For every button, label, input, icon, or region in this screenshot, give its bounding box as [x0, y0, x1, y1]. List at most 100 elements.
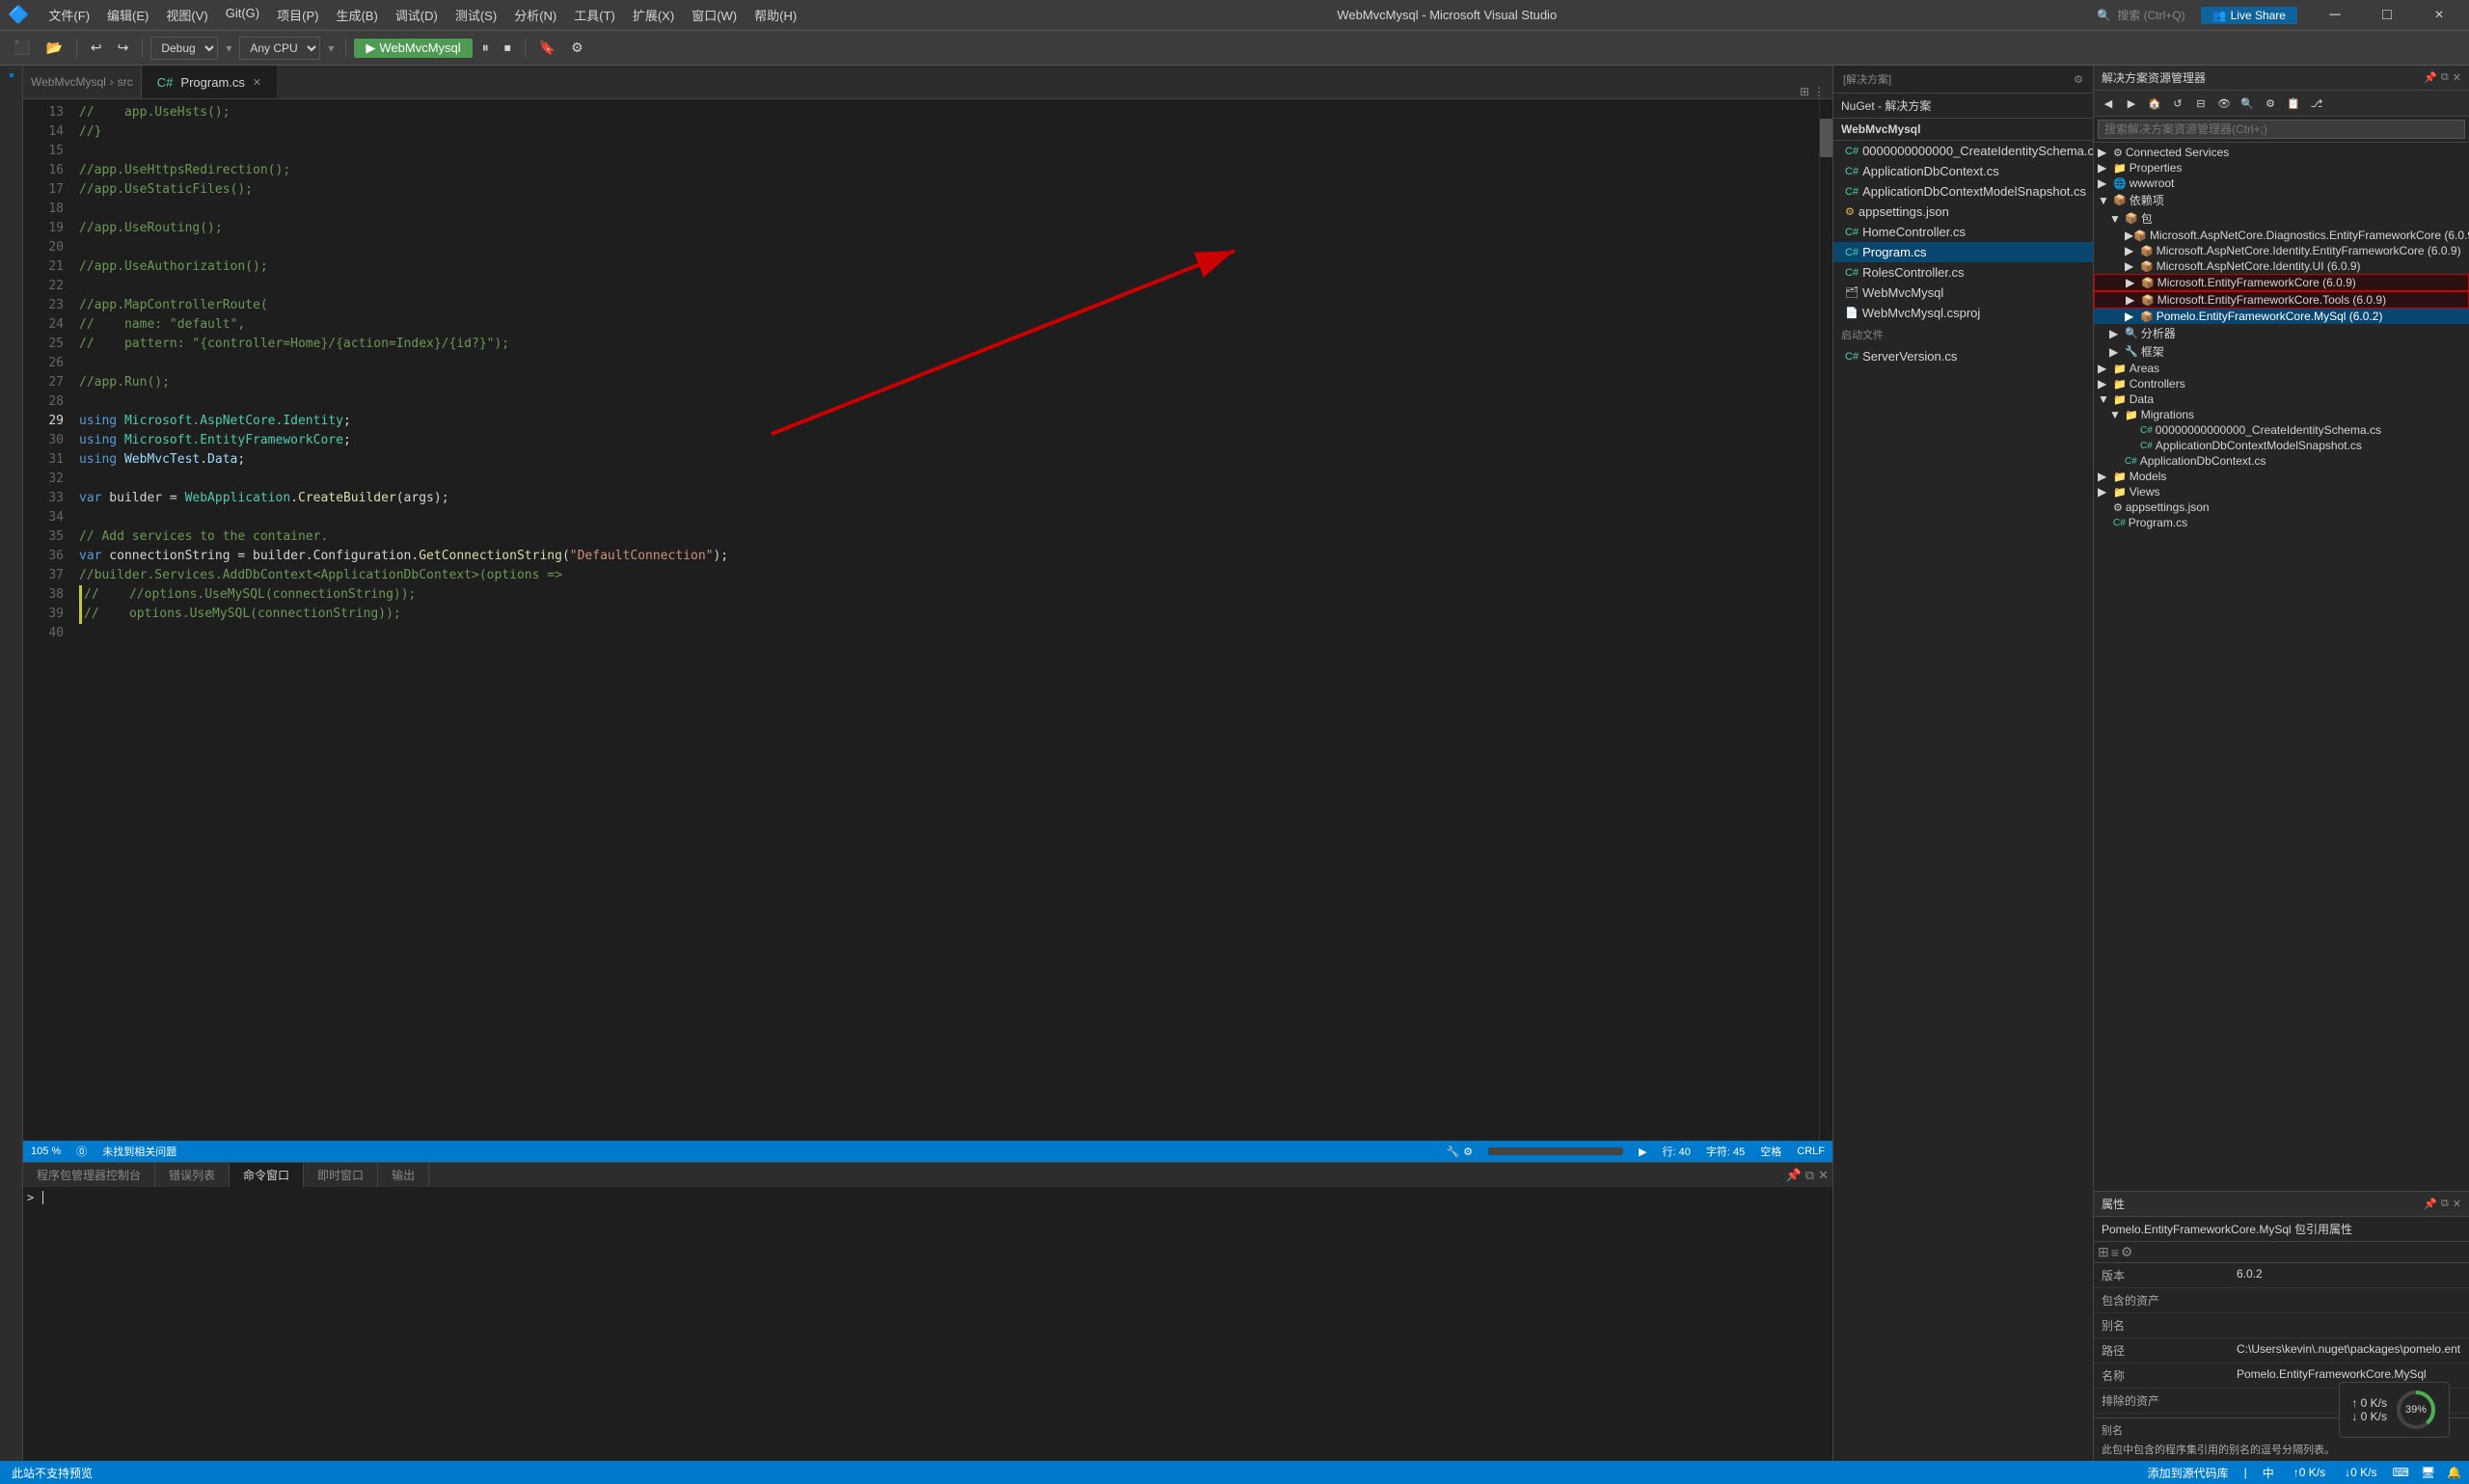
prop-grid-icon[interactable]: ⊞ [2098, 1244, 2109, 1260]
solution-search-input[interactable] [2098, 120, 2465, 139]
menu-file[interactable]: 文件(F) [41, 2, 97, 28]
tree-program[interactable]: C# Program.cs [2094, 515, 2469, 530]
file-item-dbcontext[interactable]: C# ApplicationDbContext.cs [1833, 161, 2093, 181]
tree-views[interactable]: ▶ 📁 Views [2094, 484, 2469, 499]
play-icon[interactable]: ▶ [1639, 1146, 1646, 1158]
menu-git[interactable]: Git(G) [218, 2, 267, 28]
tab-package-manager[interactable]: 程序包管理器控制台 [23, 1163, 155, 1187]
tab-more-icon[interactable]: ⋮ [1813, 85, 1825, 98]
toolbar-pause[interactable]: ⏸ [476, 38, 495, 58]
sol-pin-icon[interactable]: 📌 [2424, 71, 2437, 84]
tree-packages[interactable]: ▼ 📦 包 [2094, 209, 2469, 228]
sol-collapse-icon[interactable]: ⊟ [2190, 93, 2211, 114]
status-add-source[interactable]: 添加到源代码库 [2144, 1465, 2233, 1481]
menu-project[interactable]: 项目(P) [269, 2, 326, 28]
tree-wwwroot[interactable]: ▶ 🌐 wwwroot [2094, 175, 2469, 191]
tree-aspnetcore-diag[interactable]: ▶ 📦 Microsoft.AspNetCore.Diagnostics.Ent… [2094, 228, 2469, 243]
sol-properties-icon[interactable]: ⚙ [2260, 93, 2281, 114]
toolbar-open[interactable]: 📂 [40, 38, 68, 58]
sol-preview-icon[interactable]: 📋 [2283, 93, 2304, 114]
menu-edit[interactable]: 编辑(E) [99, 2, 156, 28]
file-item-webmvcmysql[interactable]: 🗂 WebMvcMysql [1833, 283, 2093, 303]
menu-view[interactable]: 视图(V) [158, 2, 215, 28]
tab-immediate[interactable]: 即时窗口 [304, 1163, 378, 1187]
status-lang[interactable]: 中 [2259, 1465, 2278, 1481]
menu-window[interactable]: 窗口(W) [684, 2, 745, 28]
file-item-serverversion[interactable]: C# ServerVersion.cs [1833, 346, 2093, 366]
toolbar-stop[interactable]: ⏹ [499, 38, 517, 58]
menu-debug[interactable]: 调试(D) [388, 2, 446, 28]
run-button[interactable]: ▶ WebMvcMysql [354, 39, 472, 58]
project-tab[interactable]: WebMvcMysql [1833, 119, 2093, 141]
sol-back-icon[interactable]: ◀ [2098, 93, 2119, 114]
sol-git-icon[interactable]: ⎇ [2306, 93, 2327, 114]
minimize-button[interactable]: ─ [2313, 0, 2357, 31]
panel-pin-icon[interactable]: 📌 [1786, 1168, 1802, 1183]
tree-dependencies[interactable]: ▼ 📦 依赖项 [2094, 191, 2469, 209]
menu-tools[interactable]: 工具(T) [566, 2, 623, 28]
tree-connected-services[interactable]: ▶ ⚙ Connected Services [2094, 145, 2469, 160]
file-item-appsettings[interactable]: ⚙ appsettings.json [1833, 202, 2093, 222]
tree-frameworks[interactable]: ▶ 🔧 框架 [2094, 342, 2469, 361]
sol-float-icon[interactable]: ⧉ [2441, 71, 2449, 84]
tree-aspnetcore-identity[interactable]: ▶ 📦 Microsoft.AspNetCore.Identity.Entity… [2094, 243, 2469, 258]
platform-select[interactable]: Any CPU [239, 37, 320, 60]
file-item-migration[interactable]: C# 0000000000000_CreateIdentitySchema.cs [1833, 141, 2093, 161]
file-item-snapshot[interactable]: C# ApplicationDbContextModelSnapshot.cs [1833, 181, 2093, 202]
file-item-program[interactable]: C# Program.cs [1833, 242, 2093, 262]
menu-analyze[interactable]: 分析(N) [506, 2, 564, 28]
live-share-button[interactable]: 👥 Live Share [2201, 7, 2297, 24]
maximize-button[interactable]: □ [2365, 0, 2409, 31]
editor-scrollbar[interactable] [1819, 99, 1832, 1141]
status-git[interactable]: 此站不支持预览 [8, 1465, 96, 1481]
tree-properties[interactable]: ▶ 📁 Properties [2094, 160, 2469, 175]
prop-list-icon[interactable]: ≡ [2111, 1245, 2119, 1260]
sol-home-icon[interactable]: 🏠 [2144, 93, 2165, 114]
panel-close-icon[interactable]: ✕ [1818, 1168, 1829, 1183]
toolbar-bookmark[interactable]: 🔖 [533, 38, 561, 58]
tree-migrations[interactable]: ▼ 📁 Migrations [2094, 407, 2469, 422]
search-box[interactable]: 🔍 搜索 (Ctrl+Q) [2089, 4, 2192, 26]
nuget-tab[interactable]: NuGet - 解决方案 [1833, 94, 2093, 119]
tree-ef-core[interactable]: ▶ 📦 Microsoft.EntityFrameworkCore (6.0.9… [2094, 274, 2469, 291]
toolbar-new[interactable]: ⬛ [8, 38, 36, 58]
menu-test[interactable]: 测试(S) [448, 2, 504, 28]
tools-icon2[interactable]: ⚙ [1463, 1146, 1473, 1158]
prop-float-icon[interactable]: ⧉ [2441, 1198, 2449, 1210]
tree-models[interactable]: ▶ 📁 Models [2094, 469, 2469, 484]
debug-config-select[interactable]: Debug [150, 37, 218, 60]
tools-icon1[interactable]: 🔧 [1447, 1146, 1460, 1158]
sol-refresh-icon[interactable]: ↺ [2167, 93, 2188, 114]
tree-ef-core-tools[interactable]: ▶ 📦 Microsoft.EntityFrameworkCore.Tools … [2094, 291, 2469, 309]
tree-controllers[interactable]: ▶ 📁 Controllers [2094, 376, 2469, 391]
menu-extensions[interactable]: 扩展(X) [625, 2, 682, 28]
active-tab[interactable]: C# Program.cs ✕ [142, 66, 277, 98]
toolbar-undo[interactable]: ↩ [85, 38, 108, 58]
toolbar-redo[interactable]: ↪ [112, 38, 135, 58]
toolbar-settings[interactable]: ⚙ [565, 38, 589, 58]
tree-analyzers[interactable]: ▶ 🔍 分析器 [2094, 324, 2469, 342]
sol-forward-icon[interactable]: ▶ [2121, 93, 2142, 114]
tree-snapshot[interactable]: C# ApplicationDbContextModelSnapshot.cs [2094, 438, 2469, 453]
menu-help[interactable]: 帮助(H) [746, 2, 804, 28]
tree-aspnetcore-identity-ui[interactable]: ▶ 📦 Microsoft.AspNetCore.Identity.UI (6.… [2094, 258, 2469, 274]
code-editor[interactable]: // app.UseHsts(); //} //app.UseHttpsRedi… [71, 99, 1819, 1141]
scroll-thumb[interactable] [1820, 119, 1832, 157]
panel-options-icon[interactable]: ⚙ [2074, 73, 2083, 86]
panel-float-icon[interactable]: ⧉ [1805, 1168, 1814, 1183]
prop-sort-icon[interactable]: ⚙ [2121, 1244, 2133, 1260]
prop-close-icon[interactable]: ✕ [2453, 1198, 2461, 1210]
tree-areas[interactable]: ▶ 📁 Areas [2094, 361, 2469, 376]
sol-filter-icon[interactable]: 🔍 [2237, 93, 2258, 114]
tab-error-list[interactable]: 错误列表 [155, 1163, 230, 1187]
command-window-body[interactable]: > [23, 1187, 1832, 1461]
tree-appsettings[interactable]: ⚙ appsettings.json [2094, 499, 2469, 515]
sol-show-all-icon[interactable]: 👁 [2213, 93, 2235, 114]
tab-close-icon[interactable]: ✕ [253, 76, 261, 89]
tree-pomelo[interactable]: ▶ 📦 Pomelo.EntityFrameworkCore.MySql (6.… [2094, 309, 2469, 324]
file-item-csproj[interactable]: 📄 WebMvcMysql.csproj [1833, 303, 2093, 323]
tab-split-icon[interactable]: ⊞ [1800, 85, 1809, 98]
menu-build[interactable]: 生成(B) [328, 2, 385, 28]
sol-close-icon[interactable]: ✕ [2453, 71, 2461, 84]
prop-pin-icon[interactable]: 📌 [2424, 1198, 2437, 1210]
